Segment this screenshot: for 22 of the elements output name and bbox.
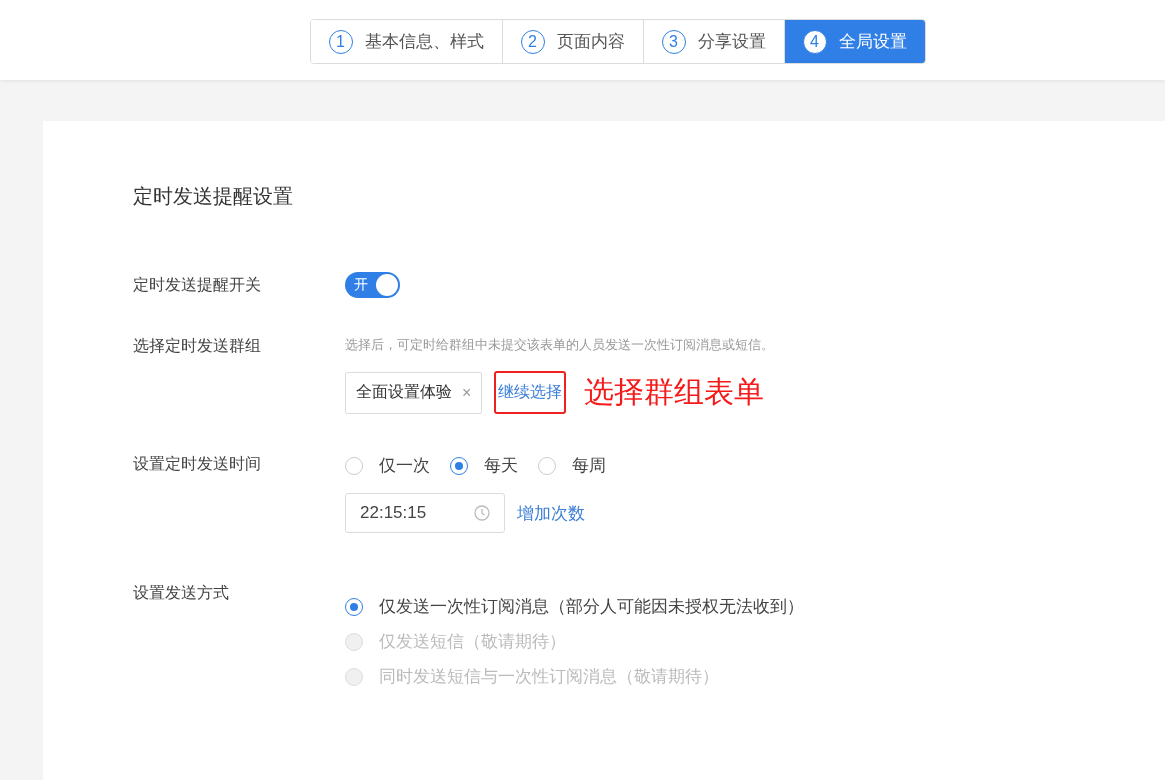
tag-label: 全面设置体验 [356, 382, 452, 402]
radio-label[interactable]: 仅一次 [379, 454, 430, 477]
field-label: 设置发送方式 [133, 583, 230, 603]
continue-select-link[interactable]: 继续选择 [494, 371, 567, 414]
radio-label[interactable]: 每周 [572, 454, 606, 477]
radio-label[interactable]: 仅发送一次性订阅消息（部分人可能因未授权无法收到） [379, 595, 804, 618]
add-times-link[interactable]: 增加次数 [517, 501, 585, 525]
field-label: 设置定时发送时间 [133, 454, 262, 474]
step-tab[interactable]: 1 基本信息、样式 [310, 20, 503, 63]
radio-button[interactable] [450, 456, 468, 475]
radio-button[interactable] [345, 456, 363, 475]
time-field[interactable]: 22:15:15 [345, 493, 505, 533]
section-title: 定时发送提醒设置 [133, 184, 294, 209]
radio-button[interactable] [538, 456, 556, 475]
step-tab[interactable]: 4 全局设置 [784, 20, 925, 63]
radio-label[interactable]: 每天 [484, 454, 518, 477]
toggle-switch[interactable]: 开 [345, 272, 400, 298]
clock-icon [474, 505, 490, 521]
field-label: 定时发送提醒开关 [133, 274, 262, 295]
field-label: 选择定时发送群组 [133, 336, 262, 356]
radio-button[interactable] [345, 597, 363, 616]
annotation-text: 选择群组表单 [584, 374, 765, 410]
